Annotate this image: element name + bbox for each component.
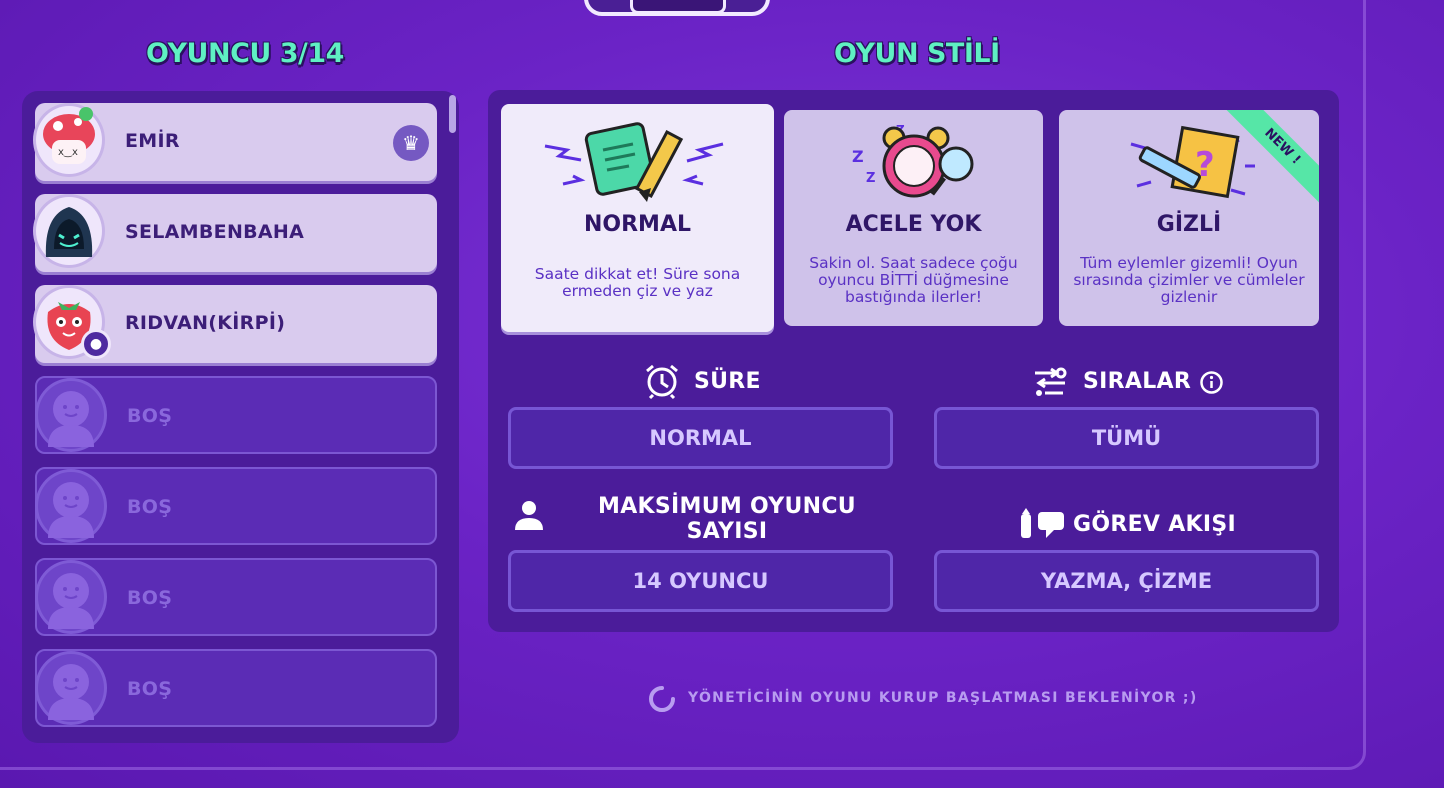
player-name: BOŞ bbox=[127, 678, 173, 700]
shuffle-icon bbox=[1035, 367, 1067, 396]
player-name: RIDVAN(KİRPİ) bbox=[125, 312, 286, 334]
mode-title: ACELE YOK bbox=[845, 212, 982, 237]
players-scrollbar[interactable] bbox=[449, 95, 456, 133]
loading-spinner-icon bbox=[649, 686, 675, 712]
max-players-select[interactable]: 14 OYUNCU bbox=[508, 550, 893, 612]
player-slot[interactable]: x‿x EMİR ♛ bbox=[33, 103, 437, 181]
avatar bbox=[33, 194, 105, 268]
avatar: x‿x bbox=[33, 103, 105, 177]
secret-pencil-icon: ? bbox=[1130, 125, 1255, 199]
svg-text:x‿x: x‿x bbox=[58, 147, 78, 158]
svg-text:Z: Z bbox=[852, 147, 864, 166]
player-slot[interactable]: SELAMBENBAHA bbox=[33, 194, 437, 272]
alarm-clock-icon: Z Z Z bbox=[852, 123, 973, 198]
waiting-text: YÖNETİCİNİN OYUNU KURUP BAŞLATMASI BEKLE… bbox=[688, 690, 1198, 706]
empty-avatar-icon bbox=[35, 469, 107, 543]
mushroom-avatar-icon: x‿x bbox=[43, 107, 95, 164]
game-style-title: OYUN STİLİ bbox=[834, 38, 1000, 69]
task-flow-label: GÖREV AKIŞI bbox=[1073, 512, 1237, 537]
mode-title: NORMAL bbox=[584, 212, 691, 237]
player-name: EMİR bbox=[125, 130, 180, 152]
player-name: BOŞ bbox=[127, 496, 173, 518]
pen-chat-icon bbox=[1021, 508, 1064, 538]
info-icon[interactable] bbox=[1199, 370, 1224, 395]
mode-card-no-rush[interactable]: Z Z Z ACELE YOK Sakin ol. Saat sadece ço… bbox=[784, 110, 1043, 326]
mode-title: GİZLİ bbox=[1156, 212, 1222, 237]
user-icon: ● bbox=[81, 329, 111, 359]
order-label: SIRALAR bbox=[1083, 369, 1192, 394]
alarm-icon bbox=[646, 364, 678, 400]
player-slot[interactable]: ● RIDVAN(KİRPİ) bbox=[33, 285, 437, 363]
top-logo-tab bbox=[584, 0, 770, 16]
player-name: SELAMBENBAHA bbox=[125, 221, 305, 243]
time-label: SÜRE bbox=[694, 369, 761, 394]
crown-icon: ♛ bbox=[393, 125, 429, 161]
svg-text:Z: Z bbox=[866, 171, 875, 186]
mode-card-secret[interactable]: ? NEW ! GİZLİ Tüm eylemler gizemli! Oyun… bbox=[1059, 110, 1319, 326]
empty-avatar-icon bbox=[35, 378, 107, 452]
player-slot-empty[interactable]: BOŞ bbox=[35, 558, 437, 636]
empty-avatar-icon bbox=[35, 651, 107, 725]
empty-avatar-icon bbox=[35, 560, 107, 634]
player-name: BOŞ bbox=[127, 405, 173, 427]
hooded-avatar-icon bbox=[45, 207, 93, 257]
notebook-pencil-icon bbox=[544, 122, 723, 202]
time-select[interactable]: NORMAL bbox=[508, 407, 893, 469]
mode-card-normal[interactable]: NORMAL Saate dikkat et! Süre sona ermede… bbox=[501, 104, 774, 332]
mode-description: Tüm eylemler gizemli! Oyun sırasında çiz… bbox=[1073, 254, 1305, 306]
player-slot-empty[interactable]: BOŞ bbox=[35, 649, 437, 727]
person-icon bbox=[515, 501, 543, 530]
player-slot-empty[interactable]: BOŞ bbox=[35, 467, 437, 545]
players-title: OYUNCU 3/14 bbox=[146, 38, 344, 69]
task-flow-select[interactable]: YAZMA, ÇİZME bbox=[934, 550, 1319, 612]
max-players-label: MAKSİMUM OYUNCU SAYISI bbox=[598, 494, 856, 544]
player-slot-empty[interactable]: BOŞ bbox=[35, 376, 437, 454]
mode-description: Sakin ol. Saat sadece çoğu oyuncu BİTTİ … bbox=[809, 254, 1018, 306]
mode-description: Saate dikkat et! Süre sona ermeden çiz v… bbox=[534, 265, 741, 300]
player-name: BOŞ bbox=[127, 587, 173, 609]
order-select[interactable]: TÜMÜ bbox=[934, 407, 1319, 469]
